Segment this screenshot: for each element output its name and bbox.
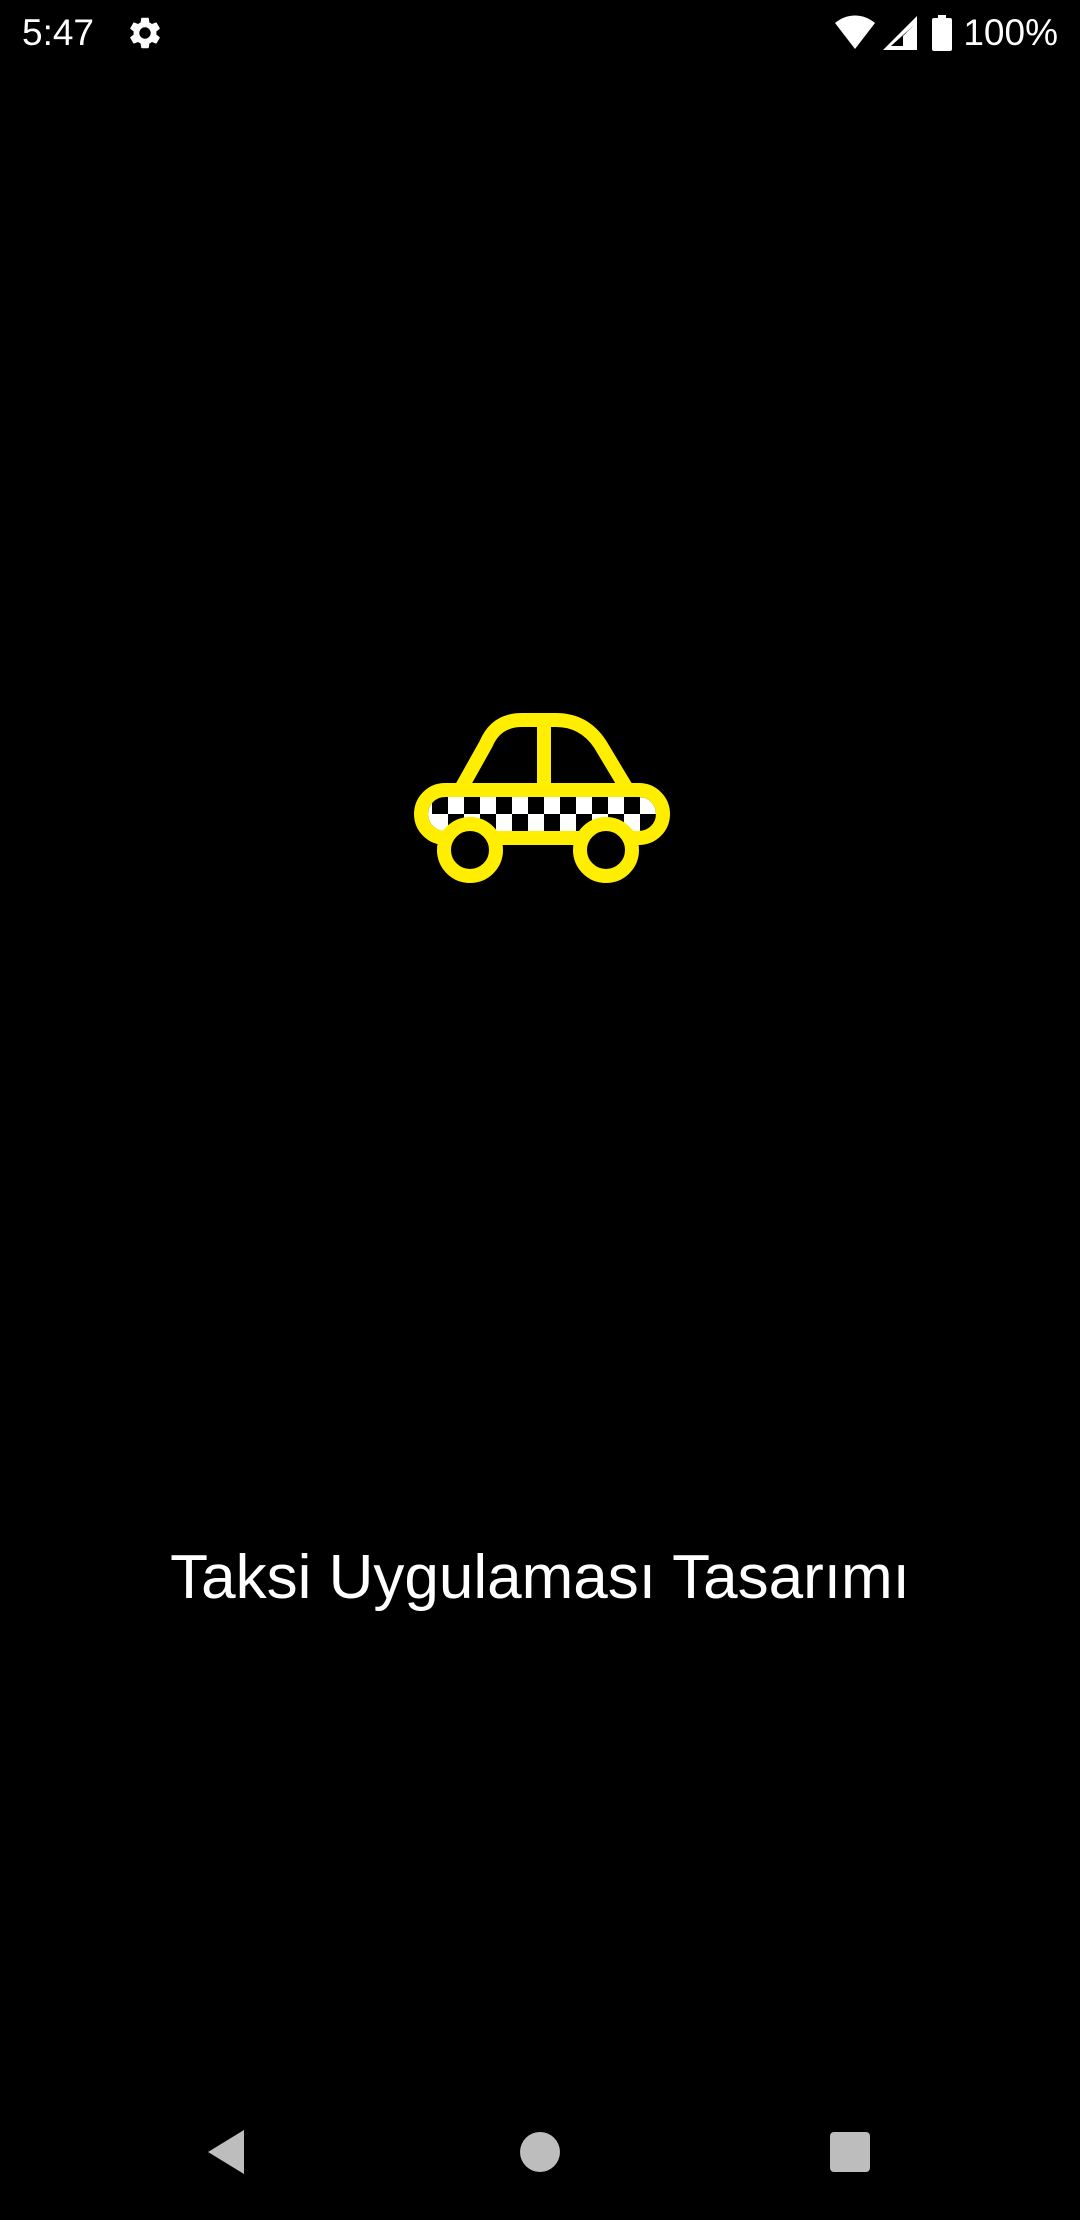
gear-icon xyxy=(126,14,164,52)
status-indicators: 100% xyxy=(835,10,1058,56)
navigation-bar xyxy=(0,2088,1080,2220)
back-icon xyxy=(202,2128,250,2181)
back-button[interactable] xyxy=(178,2106,274,2202)
recents-button[interactable] xyxy=(802,2106,898,2202)
wifi-icon xyxy=(835,15,883,51)
status-time: 5:47 xyxy=(22,12,95,53)
battery-icon xyxy=(931,15,963,51)
battery-percentage: 100% xyxy=(963,12,1058,53)
home-icon xyxy=(518,2130,562,2179)
recents-icon xyxy=(828,2130,872,2179)
taxi-icon xyxy=(404,710,676,886)
home-button[interactable] xyxy=(492,2106,588,2202)
signal-icon xyxy=(883,16,931,50)
status-bar: 5:47 100% xyxy=(0,0,1080,66)
app-title: Taksi Uygulaması Tasarımı xyxy=(170,1543,910,1612)
